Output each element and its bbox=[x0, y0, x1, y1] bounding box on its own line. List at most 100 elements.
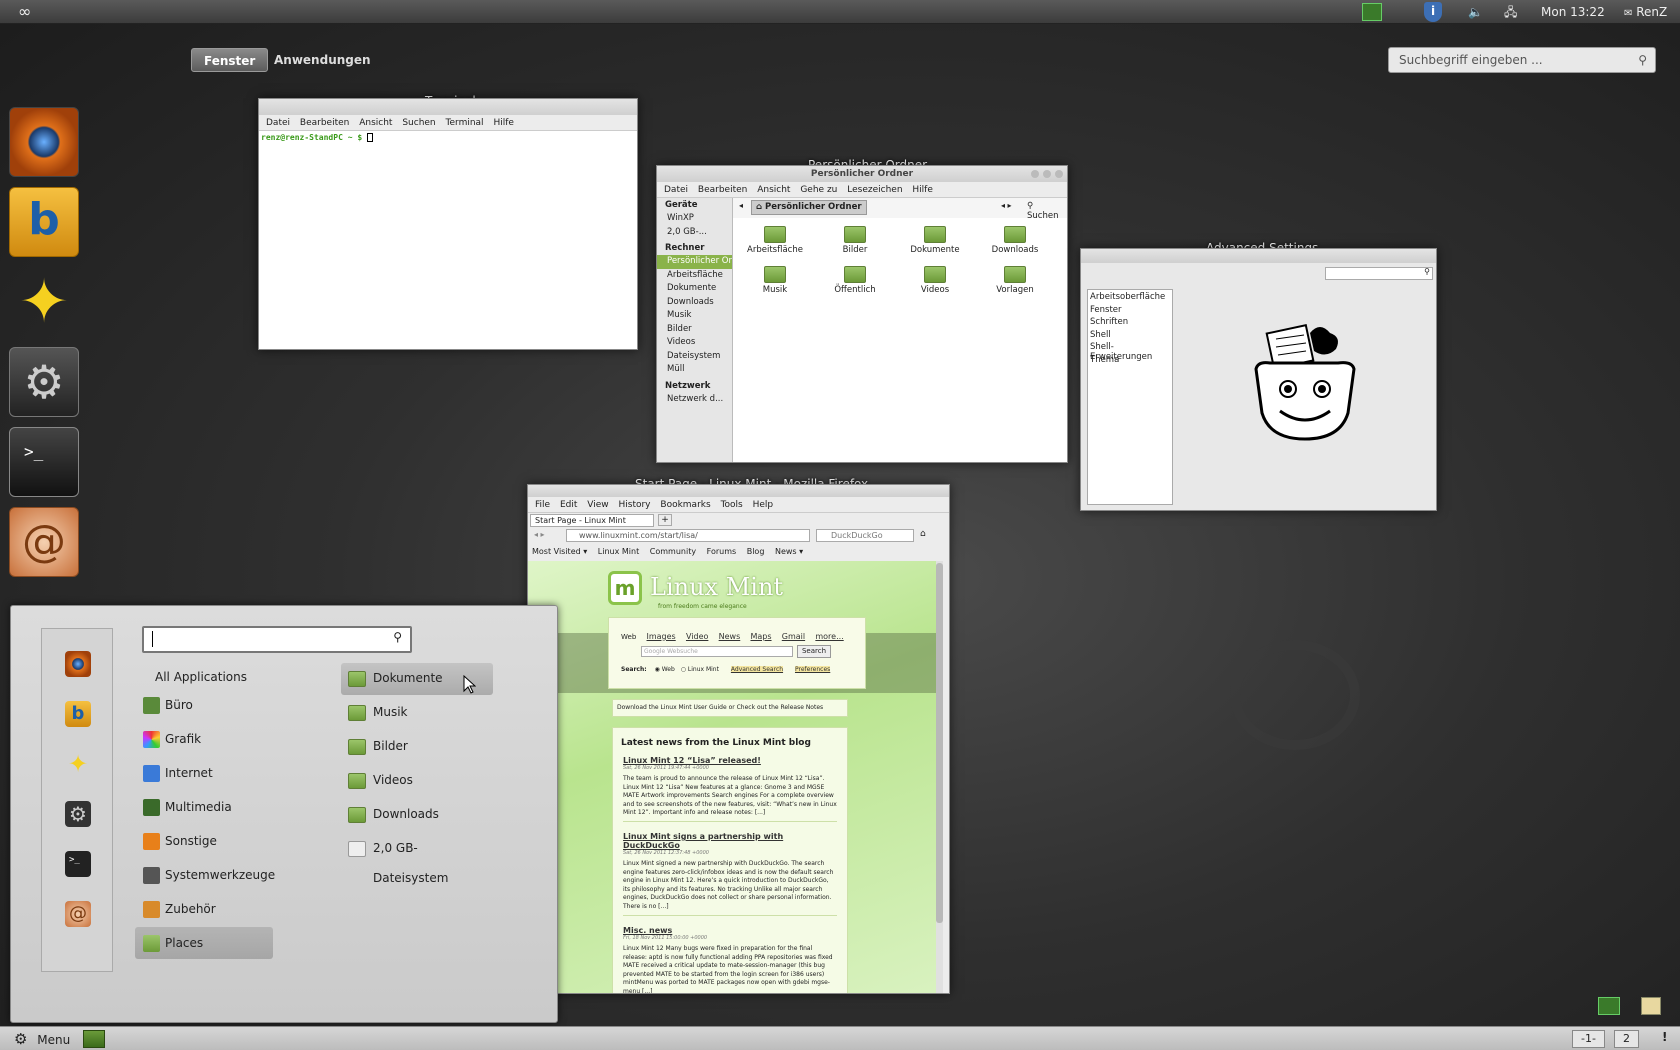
cpu-monitor-icon[interactable] bbox=[1362, 3, 1382, 21]
ff-menu-help[interactable]: Help bbox=[753, 500, 774, 510]
as-item-shell[interactable]: Shell bbox=[1090, 330, 1170, 343]
volume-icon[interactable]: 🔈 bbox=[1468, 0, 1483, 24]
dock-banshee-icon[interactable]: b bbox=[9, 187, 79, 257]
ff-search-tab-images[interactable]: Images bbox=[647, 632, 676, 641]
firefox-window[interactable]: File Edit View History Bookmarks Tools H… bbox=[527, 484, 950, 994]
file-manager-window[interactable]: Persönlicher Ordner Datei Bearbeiten Ans… bbox=[656, 165, 1068, 463]
network-icon[interactable]: 🖧 bbox=[1504, 0, 1517, 24]
dock-settings-gear-icon[interactable]: ⚙ bbox=[9, 347, 79, 417]
as-item-shell-extensions[interactable]: Shell-Erweiterungen bbox=[1090, 342, 1170, 362]
ff-search-tab-maps[interactable]: Maps bbox=[750, 632, 771, 641]
fav-star-icon[interactable]: ✦ bbox=[65, 751, 91, 777]
tray-clipboard-icon[interactable] bbox=[1641, 997, 1661, 1015]
ff-guide-link[interactable]: Download the Linux Mint User Guide or Ch… bbox=[612, 699, 848, 717]
ff-new-tab-button[interactable]: + bbox=[658, 514, 672, 526]
fm-icon-view[interactable]: Arbeitsfläche Bilder Dokumente Downloads… bbox=[733, 218, 1067, 462]
fm-folder-public[interactable]: Öffentlich bbox=[815, 266, 895, 295]
clock[interactable]: Mon 13:22 bbox=[1541, 0, 1605, 24]
fm-side-home[interactable]: Persönlicher Ordner bbox=[657, 255, 732, 269]
fm-menu-datei[interactable]: Datei bbox=[664, 185, 688, 195]
dock-eye-of-gnome-icon[interactable] bbox=[9, 107, 79, 177]
terminal-content[interactable]: renz@renz-StandPC ~ $ bbox=[259, 131, 637, 349]
dock-nautilus-shell-icon[interactable]: @ bbox=[9, 507, 79, 577]
fav-banshee-icon[interactable]: b bbox=[65, 701, 91, 727]
fm-device-winxp[interactable]: WinXP bbox=[657, 212, 732, 226]
terminal-menu-bearbeiten[interactable]: Bearbeiten bbox=[300, 118, 349, 128]
ff-news-title[interactable]: Linux Mint 12 “Lisa” released! bbox=[623, 756, 837, 765]
place-usb-drive[interactable]: 2,0 GB-Dateisystem bbox=[341, 833, 493, 885]
ff-tab[interactable]: Start Page - Linux Mint bbox=[530, 514, 654, 527]
ff-menu-history[interactable]: History bbox=[618, 500, 650, 510]
place-musik[interactable]: Musik bbox=[341, 697, 493, 729]
ff-news-title[interactable]: Misc. news bbox=[623, 926, 837, 935]
bm-linux-mint[interactable]: Linux Mint bbox=[598, 547, 639, 556]
tray-cpu-icon[interactable] bbox=[1598, 997, 1620, 1015]
fm-folder-desktop[interactable]: Arbeitsfläche bbox=[735, 226, 815, 255]
ff-google-search-input[interactable]: Google Websuche bbox=[641, 646, 793, 657]
fm-side-documents[interactable]: Dokumente bbox=[657, 282, 732, 296]
ff-menu-file[interactable]: File bbox=[535, 500, 550, 510]
advanced-settings-search-input[interactable]: ⚲ bbox=[1325, 267, 1433, 280]
ff-menu-view[interactable]: View bbox=[587, 500, 608, 510]
fm-menu-gehe-zu[interactable]: Gehe zu bbox=[800, 185, 837, 195]
terminal-menu-datei[interactable]: Datei bbox=[266, 118, 290, 128]
file-manager-titlebar[interactable]: Persönlicher Ordner bbox=[657, 166, 1067, 182]
ff-scrollbar-thumb[interactable] bbox=[936, 563, 943, 923]
fm-side-music[interactable]: Musik bbox=[657, 309, 732, 323]
fm-side-desktop[interactable]: Arbeitsfläche bbox=[657, 269, 732, 283]
back-arrow-icon[interactable]: ◂ bbox=[739, 201, 743, 210]
fm-side-trash[interactable]: Müll bbox=[657, 363, 732, 377]
ff-news-title[interactable]: Linux Mint signs a partnership with Duck… bbox=[623, 832, 837, 850]
ff-preferences-link[interactable]: Preferences bbox=[794, 666, 831, 673]
fm-folder-downloads[interactable]: Downloads bbox=[975, 226, 1055, 255]
ff-menu-tools[interactable]: Tools bbox=[721, 500, 743, 510]
menu-search-input[interactable]: ⚲ bbox=[142, 626, 412, 653]
fav-eye-of-gnome-icon[interactable] bbox=[65, 651, 91, 677]
fm-location-button[interactable]: ⌂ Persönlicher Ordner bbox=[751, 200, 867, 215]
infinity-icon[interactable]: ∞ bbox=[18, 0, 31, 24]
ff-search-tab-gmail[interactable]: Gmail bbox=[782, 632, 805, 641]
fm-device-usb[interactable]: 2,0 GB-... bbox=[657, 226, 732, 240]
terminal-menu-terminal[interactable]: Terminal bbox=[446, 118, 484, 128]
ff-google-search-button[interactable]: Search bbox=[797, 645, 831, 658]
ff-menu-edit[interactable]: Edit bbox=[560, 500, 577, 510]
fm-folder-pictures[interactable]: Bilder bbox=[815, 226, 895, 255]
fav-nautilus-shell-icon[interactable]: @ bbox=[65, 901, 91, 927]
fm-menu-ansicht[interactable]: Ansicht bbox=[757, 185, 790, 195]
category-multimedia[interactable]: Multimedia bbox=[135, 791, 273, 823]
advanced-settings-window[interactable]: ⚲ Arbeitsoberfläche Fenster Schriften Sh… bbox=[1080, 248, 1437, 511]
fm-side-downloads[interactable]: Downloads bbox=[657, 296, 732, 310]
user-menu[interactable]: ✉ RenZ bbox=[1624, 0, 1667, 24]
ff-search-input[interactable]: DuckDuckGo bbox=[816, 529, 914, 542]
ff-back-forward-icon[interactable]: ◂ ▸ bbox=[534, 530, 545, 539]
fm-folder-templates[interactable]: Vorlagen bbox=[975, 266, 1055, 295]
ff-radio-mint[interactable]: ○ Linux Mint bbox=[681, 666, 719, 673]
ff-search-tab-video[interactable]: Video bbox=[686, 632, 708, 641]
fm-folder-videos[interactable]: Videos bbox=[895, 266, 975, 295]
shield-icon[interactable]: i bbox=[1424, 2, 1442, 22]
bm-blog[interactable]: Blog bbox=[747, 547, 765, 556]
firefox-titlebar[interactable] bbox=[528, 485, 949, 497]
dock-terminal-icon[interactable]: >_ bbox=[9, 427, 79, 497]
tab-windows[interactable]: Fenster bbox=[191, 48, 269, 72]
terminal-window[interactable]: Datei Bearbeiten Ansicht Suchen Terminal… bbox=[258, 98, 638, 350]
fm-menu-lesezeichen[interactable]: Lesezeichen bbox=[847, 185, 902, 195]
ff-advanced-search-link[interactable]: Advanced Search bbox=[730, 666, 784, 673]
place-downloads[interactable]: Downloads bbox=[341, 799, 493, 831]
fm-menu-hilfe[interactable]: Hilfe bbox=[912, 185, 932, 195]
bm-forums[interactable]: Forums bbox=[707, 547, 737, 556]
category-sonstige[interactable]: Sonstige bbox=[135, 825, 273, 857]
category-zubehoer[interactable]: Zubehör bbox=[135, 893, 273, 925]
advanced-settings-titlebar[interactable] bbox=[1081, 249, 1436, 263]
all-applications-button[interactable]: All Applications bbox=[155, 670, 247, 684]
fm-folder-documents[interactable]: Dokumente bbox=[895, 226, 975, 255]
fav-terminal-icon[interactable]: >_ bbox=[65, 851, 91, 877]
place-videos[interactable]: Videos bbox=[341, 765, 493, 797]
bm-community[interactable]: Community bbox=[650, 547, 696, 556]
notification-alert-icon[interactable]: ! bbox=[1662, 1030, 1667, 1044]
category-systemwerkzeuge[interactable]: Systemwerkzeuge bbox=[135, 859, 275, 891]
fm-side-network[interactable]: Netzwerk d... bbox=[657, 393, 732, 407]
category-buero[interactable]: Büro bbox=[135, 689, 273, 721]
fm-maximize-button[interactable] bbox=[1043, 170, 1051, 178]
category-places[interactable]: Places bbox=[135, 927, 273, 959]
